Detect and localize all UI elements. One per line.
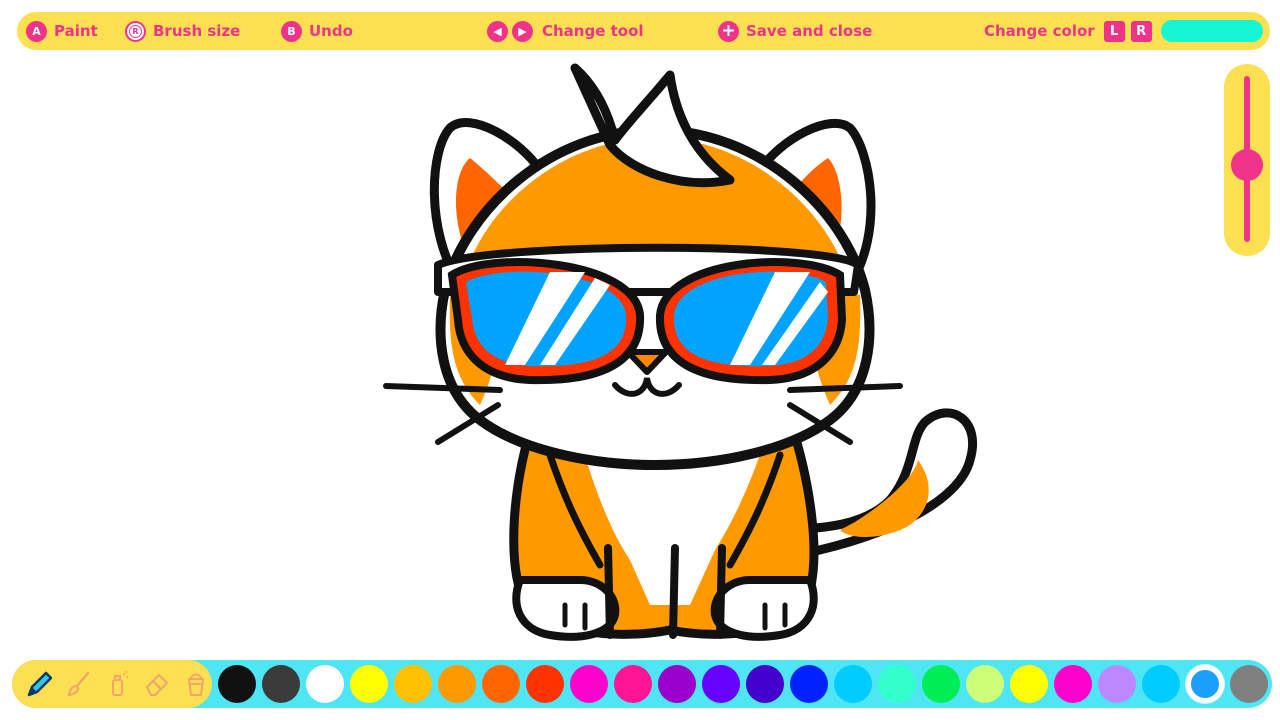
tool-selector xyxy=(12,660,212,708)
right-arrow-button-icon: ▶ xyxy=(512,20,533,42)
palette-color-6[interactable] xyxy=(438,665,476,703)
palette-color-13[interactable] xyxy=(746,665,784,703)
eraser-icon xyxy=(146,674,169,696)
save-and-close-label: Save and close xyxy=(746,22,873,40)
r-stick-button-icon: R xyxy=(125,20,146,42)
palette-color-1[interactable] xyxy=(218,665,256,703)
palette-color-18[interactable] xyxy=(966,665,1004,703)
palette-color-23[interactable] xyxy=(1186,665,1224,703)
palette-color-14[interactable] xyxy=(790,665,828,703)
r-button-icon: R xyxy=(1130,20,1152,42)
pencil-icon xyxy=(27,671,52,697)
plus-button-icon: + xyxy=(718,20,739,42)
pencil-tool[interactable] xyxy=(24,668,55,700)
color-palette xyxy=(218,660,1268,708)
spray-can-tool[interactable] xyxy=(102,668,133,700)
palette-color-15[interactable] xyxy=(834,665,872,703)
change-color-hint[interactable]: Change color L R xyxy=(984,12,1152,50)
palette-color-16[interactable] xyxy=(878,665,916,703)
brush-size-slider[interactable] xyxy=(1224,64,1270,256)
palette-color-21[interactable] xyxy=(1098,665,1136,703)
left-arrow-button-icon: ◀ xyxy=(487,20,508,42)
paintbrush-tool[interactable] xyxy=(63,668,94,700)
save-and-close-hint[interactable]: + Save and close xyxy=(718,12,872,50)
slider-thumb[interactable] xyxy=(1231,149,1263,181)
paint-bucket-tool[interactable] xyxy=(181,668,212,700)
palette-color-3[interactable] xyxy=(306,665,344,703)
palette-color-22[interactable] xyxy=(1142,665,1180,703)
change-color-label: Change color xyxy=(984,22,1095,40)
palette-color-11[interactable] xyxy=(658,665,696,703)
palette-color-5[interactable] xyxy=(394,665,432,703)
paintbrush-icon xyxy=(67,671,90,697)
palette-color-2[interactable] xyxy=(262,665,300,703)
spray-can-icon xyxy=(112,671,128,696)
drawing-canvas[interactable] xyxy=(370,60,990,650)
brush-size-label: Brush size xyxy=(153,22,241,40)
palette-color-20[interactable] xyxy=(1054,665,1092,703)
current-color-swatch xyxy=(1161,20,1263,42)
cat-with-sunglasses-drawing xyxy=(383,63,977,641)
tool-and-palette-bar xyxy=(12,660,1272,708)
a-button-icon: A xyxy=(26,20,47,42)
paint-label: Paint xyxy=(54,22,98,40)
palette-color-4[interactable] xyxy=(350,665,388,703)
top-control-bar: A Paint R Brush size B Undo ◀ ▶ Change t… xyxy=(17,12,1270,50)
paint-bucket-icon xyxy=(188,673,205,696)
palette-color-9[interactable] xyxy=(570,665,608,703)
eraser-tool[interactable] xyxy=(142,668,173,700)
b-button-icon: B xyxy=(281,20,302,42)
palette-color-8[interactable] xyxy=(526,665,564,703)
palette-color-17[interactable] xyxy=(922,665,960,703)
palette-color-12[interactable] xyxy=(702,665,740,703)
palette-color-19[interactable] xyxy=(1010,665,1048,703)
change-tool-hint[interactable]: ◀ ▶ Change tool xyxy=(487,12,644,50)
undo-hint[interactable]: B Undo xyxy=(281,12,353,50)
brush-size-hint[interactable]: R Brush size xyxy=(125,12,240,50)
change-tool-label: Change tool xyxy=(542,22,644,40)
palette-color-10[interactable] xyxy=(614,665,652,703)
undo-label: Undo xyxy=(309,22,353,40)
l-button-icon: L xyxy=(1103,20,1125,42)
palette-color-7[interactable] xyxy=(482,665,520,703)
palette-color-24[interactable] xyxy=(1230,665,1268,703)
paint-hint[interactable]: A Paint xyxy=(26,12,98,50)
